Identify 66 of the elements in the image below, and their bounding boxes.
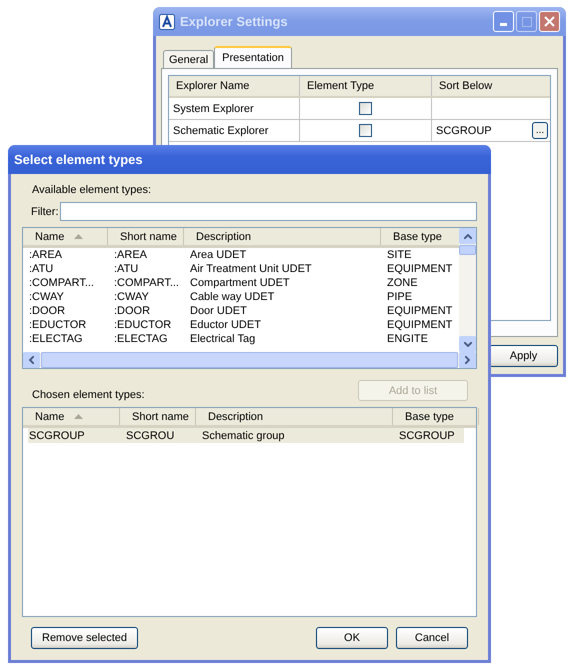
table-cell-text: :EDUCTOR [28, 319, 88, 331]
filter-field[interactable] [60, 202, 477, 221]
table-cell-text: :CWAY [113, 291, 150, 303]
table-cell-text: ZONE [386, 277, 419, 289]
app-icon [159, 14, 175, 30]
table-cell-text: :ATU [113, 263, 140, 275]
table-cell-text: :AREA [113, 249, 148, 261]
table-cell-text: Eductor UDET [189, 319, 262, 331]
checkbox[interactable] [359, 102, 372, 115]
table-cell-text: :ELECTAG [113, 333, 169, 345]
table-cell-text: :DOOR [28, 305, 66, 317]
table-cell: Schematic Explorer [169, 120, 300, 141]
table-cell: SCGROUP [436, 124, 492, 136]
tab[interactable]: General [163, 50, 214, 68]
table-cell-text: :COMPART... [113, 277, 180, 289]
apply-button[interactable]: Apply [489, 345, 558, 367]
table-cell-text: :CWAY [28, 291, 65, 303]
ok-button[interactable]: OK [316, 627, 388, 649]
browse-button[interactable]: ... [532, 122, 548, 139]
vertical-scrollbar[interactable] [459, 228, 476, 352]
scroll-up-icon [464, 234, 472, 238]
table-cell-text: EQUIPMENT [386, 263, 454, 275]
table-cell-text: EQUIPMENT [386, 319, 454, 331]
table-cell-text: Area UDET [189, 249, 248, 261]
table-cell-text: Electrical Tag [189, 333, 256, 345]
window-title: Explorer Settings [180, 14, 288, 29]
table-cell-text: :ELECTAG [28, 333, 84, 345]
column-header[interactable]: Description [184, 228, 381, 245]
column-header[interactable]: Element Type [300, 76, 432, 96]
close-icon [544, 16, 555, 27]
column-header[interactable]: Short name [108, 228, 184, 245]
table-cell-text: :AREA [28, 249, 64, 261]
chosen-types-label: Chosen element types: [32, 389, 145, 401]
table-cell-text: Air Treatment Unit UDET [189, 263, 313, 275]
table-cell-text: Compartment UDET [189, 277, 291, 289]
scroll-right-icon [465, 356, 470, 364]
table-cell-text: :DOOR [113, 305, 152, 317]
table-cell-text: EQUIPMENT [386, 305, 454, 317]
table-cell: System Explorer [169, 98, 300, 119]
filter-label: Filter: [31, 206, 58, 218]
table-cell-text: PIPE [386, 291, 414, 303]
column-header[interactable]: Sort Below [432, 76, 550, 96]
table-cell-text: :ATU [28, 263, 54, 275]
checkbox[interactable] [359, 124, 372, 137]
column-header[interactable]: Name [23, 228, 108, 245]
maximize-icon [522, 16, 532, 26]
scroll-left-icon [29, 356, 34, 364]
table-cell-text: Door UDET [189, 305, 248, 317]
tab[interactable]: Presentation [214, 46, 292, 68]
list-row[interactable]: SCGROUP SCGROU Schematic group SCGROUP [28, 428, 464, 443]
scroll-down-icon [464, 342, 472, 346]
table-cell-text: :EDUCTOR [113, 319, 172, 331]
column-header[interactable]: Short name [120, 408, 196, 425]
column-header[interactable]: Name [23, 408, 120, 425]
window-title: Select element types [14, 152, 143, 167]
table-cell-text: ENGITE [386, 333, 429, 345]
table-cell-text: Cable way UDET [189, 291, 276, 303]
column-header[interactable]: Base type [393, 408, 479, 425]
available-types-label: Available element types: [32, 184, 152, 196]
table-cell-text: SITE [386, 249, 412, 261]
table-cell-text: :COMPART... [28, 277, 95, 289]
remove-selected-button[interactable]: Remove selected [31, 627, 138, 649]
scrollbar-thumb[interactable] [459, 245, 476, 255]
column-header[interactable]: Description [196, 408, 393, 425]
cancel-button[interactable]: Cancel [396, 627, 468, 649]
column-header[interactable]: Explorer Name [169, 76, 300, 96]
